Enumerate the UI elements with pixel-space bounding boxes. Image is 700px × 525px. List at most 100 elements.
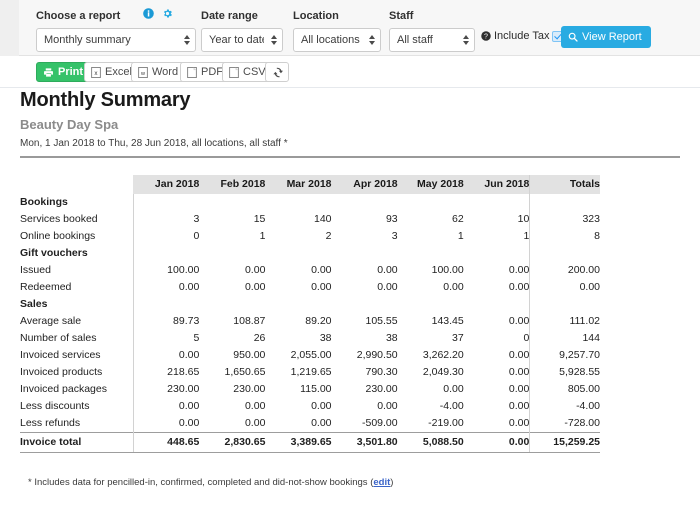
row-label: Issued bbox=[20, 262, 134, 279]
row-month-cell: 0.00 bbox=[311, 264, 332, 276]
row-month-cell: 2,990.50 bbox=[356, 349, 398, 361]
row-month-cell bbox=[265, 245, 331, 262]
row-month-cell: 1,650.65 bbox=[224, 366, 266, 378]
info-circle-icon[interactable] bbox=[143, 6, 154, 24]
row-month-cell: 0.00 bbox=[508, 366, 530, 378]
table-row: Redeemed 0.00 0.00 0.00 0.00 0.00 0.00 0.00 bbox=[20, 279, 600, 296]
question-circle-icon[interactable]: ? bbox=[481, 31, 491, 41]
row-month-cell: 2,049.30 bbox=[422, 366, 464, 378]
row-month-cell: 93 bbox=[385, 213, 398, 225]
report-select[interactable]: Monthly summary bbox=[36, 28, 196, 53]
row-month-cell: -509.00 bbox=[362, 417, 398, 429]
csv-label: CSV bbox=[243, 66, 266, 78]
word-label: Word bbox=[152, 66, 179, 78]
row-label: Less discounts bbox=[20, 398, 134, 415]
row-total-cell: 0.00 bbox=[529, 279, 600, 296]
row-month-cell: -4.00 bbox=[439, 400, 464, 412]
table-row: Online bookings 0 1 2 3 1 1 8 bbox=[20, 228, 600, 245]
footnote-edit-link[interactable]: edit bbox=[373, 477, 390, 488]
row-month-cell: 0 bbox=[523, 332, 530, 344]
table-row: Invoiced services 0.00 950.00 2,055.00 2,990… bbox=[20, 347, 600, 364]
row-month-cell bbox=[265, 194, 331, 211]
table-row: Invoiced products 218.65 1,650.65 1,219.65 7… bbox=[20, 364, 600, 381]
word-button[interactable]: w Word bbox=[131, 62, 186, 82]
gear-icon[interactable] bbox=[162, 6, 173, 24]
table-row: Less refunds 0.00 0.00 0.00 -509.00 -219.00 0.… bbox=[20, 415, 600, 433]
footnote: * Includes data for pencilled-in, confir… bbox=[28, 476, 393, 489]
row-month-cell: 5 bbox=[193, 332, 200, 344]
location-value: All locations bbox=[301, 34, 360, 46]
row-month-cell bbox=[199, 194, 265, 211]
date-range-select[interactable]: Year to date (YTD) bbox=[201, 28, 283, 52]
row-total-cell: 5,928.55 bbox=[529, 364, 600, 381]
row-total-cell: -728.00 bbox=[529, 415, 600, 433]
row-month-cell bbox=[133, 194, 199, 211]
table-col-header-month: Jan 2018 bbox=[133, 175, 200, 194]
row-month-cell: 100.00 bbox=[167, 264, 200, 276]
row-label: Invoice total bbox=[20, 432, 134, 453]
row-month-cell: 89.20 bbox=[305, 315, 332, 327]
report-filter-group: Choose a report Monthly summary bbox=[36, 6, 196, 53]
footnote-tail: ) bbox=[390, 477, 394, 488]
row-label: Invoiced products bbox=[20, 364, 134, 381]
report-filter-label: Choose a report bbox=[36, 10, 121, 23]
row-month-cell: 1 bbox=[457, 230, 464, 242]
row-month-cell: 230.00 bbox=[365, 383, 398, 395]
row-month-cell bbox=[332, 245, 398, 262]
row-month-cell bbox=[199, 245, 265, 262]
row-month-cell: 448.65 bbox=[133, 432, 200, 453]
summary-table: Jan 2018 Feb 2018 Mar 2018 Apr 2018 May 2018… bbox=[20, 175, 600, 453]
date-range-filter-group: Date range Year to date (YTD) bbox=[201, 6, 283, 52]
row-month-cell: 0.00 bbox=[508, 281, 530, 293]
row-month-cell: 230.00 bbox=[233, 383, 266, 395]
location-select[interactable]: All locations bbox=[293, 28, 381, 52]
row-month-cell: 0.00 bbox=[463, 432, 530, 453]
row-month-cell: 3,389.65 bbox=[265, 432, 332, 453]
csv-file-icon bbox=[229, 66, 239, 78]
print-button[interactable]: Print bbox=[36, 62, 91, 82]
pdf-file-icon bbox=[187, 66, 197, 78]
row-month-cell bbox=[464, 296, 530, 313]
chevron-updown-icon bbox=[183, 33, 190, 47]
row-total-cell: 111.02 bbox=[529, 313, 600, 330]
table-col-header-month: May 2018 bbox=[397, 175, 464, 194]
report-header: Monthly Summary Beauty Day Spa Mon, 1 Ja… bbox=[20, 88, 680, 158]
export-toolbar: Print x Excel w Word PDF CSV bbox=[0, 57, 700, 88]
staff-label: Staff bbox=[389, 10, 414, 22]
chevron-updown-icon bbox=[368, 33, 375, 47]
row-month-cell: 15 bbox=[253, 213, 266, 225]
excel-file-icon: x bbox=[91, 66, 101, 78]
row-month-cell bbox=[332, 194, 398, 211]
table-total-row: Invoice total 448.65 2,830.65 3,389.65 3,501… bbox=[20, 432, 600, 453]
row-month-cell: 0.00 bbox=[508, 264, 530, 276]
refresh-button[interactable] bbox=[265, 62, 289, 82]
row-total-cell bbox=[529, 194, 600, 211]
row-month-cell: 26 bbox=[253, 332, 266, 344]
table-row: Less discounts 0.00 0.00 0.00 0.00 -4.00 0.00-… bbox=[20, 398, 600, 415]
row-month-cell: 0.00 bbox=[244, 264, 266, 276]
date-range-value: Year to date (YTD) bbox=[209, 34, 264, 46]
staff-value: All staff bbox=[397, 34, 433, 46]
row-month-cell: 1 bbox=[523, 230, 530, 242]
table-head: Jan 2018 Feb 2018 Mar 2018 Apr 2018 May 2018… bbox=[20, 175, 600, 194]
row-month-cell: 0.00 bbox=[244, 417, 266, 429]
row-month-cell: 62 bbox=[452, 213, 464, 225]
row-month-cell: 0.00 bbox=[244, 400, 266, 412]
row-month-cell: 0.00 bbox=[311, 400, 332, 412]
row-total-cell: 323 bbox=[529, 211, 600, 228]
report-range-text: Mon, 1 Jan 2018 to Thu, 28 Jun 2018, all… bbox=[20, 138, 288, 149]
row-month-cell: 10 bbox=[517, 213, 530, 225]
printer-icon bbox=[43, 67, 54, 78]
row-total-cell: 200.00 bbox=[529, 262, 600, 279]
row-label: Sales bbox=[20, 296, 134, 313]
row-month-cell: 0.00 bbox=[508, 417, 530, 429]
view-report-button[interactable]: View Report bbox=[561, 26, 651, 48]
staff-select[interactable]: All staff bbox=[389, 28, 475, 52]
row-month-cell: 0.00 bbox=[377, 264, 398, 276]
row-label: Services booked bbox=[20, 211, 134, 228]
row-month-cell: 0.00 bbox=[508, 383, 530, 395]
row-month-cell: 38 bbox=[385, 332, 398, 344]
row-month-cell: 38 bbox=[319, 332, 332, 344]
word-file-icon: w bbox=[138, 66, 148, 78]
row-month-cell: 140 bbox=[313, 213, 332, 225]
